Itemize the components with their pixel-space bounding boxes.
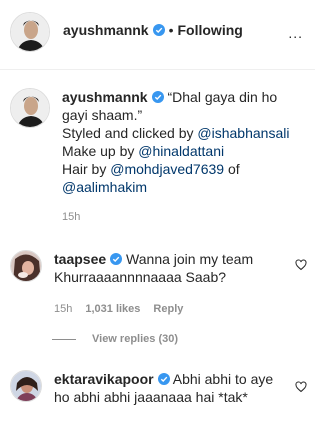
comment-item: taapsee Wanna join my team Khurraaaannnn… xyxy=(10,250,310,318)
verified-badge-icon xyxy=(110,253,123,265)
mention-mohdjaved7639[interactable]: @mohdjaved7639 xyxy=(110,161,224,177)
comment-likes[interactable]: 1,031 likes xyxy=(85,300,140,318)
caption-block: ayushmannk “Dhal gaya din ho gayi shaam.… xyxy=(10,88,310,226)
caption-username[interactable]: ayushmannk xyxy=(62,89,148,105)
verified-badge-icon xyxy=(152,23,165,36)
separator-dot: • xyxy=(168,21,174,38)
author-avatar[interactable] xyxy=(10,11,50,52)
comment-text-line: taapsee Wanna join my team Khurraaaannnn… xyxy=(54,250,274,286)
comment-meta: 15h 1,031 likes Reply xyxy=(54,300,274,318)
mention-ishabhansali[interactable]: @ishabhansali xyxy=(197,125,289,141)
caption-line-1: ayushmannk “Dhal gaya din ho gayi shaam.… xyxy=(62,88,302,124)
caption-styled-prefix: Styled and clicked by xyxy=(62,125,198,141)
heart-outline-icon[interactable] xyxy=(295,381,307,393)
comment-item: ektaravikapoor Abhi abhi to aye ho abhi … xyxy=(10,370,310,406)
commenter-username[interactable]: ektaravikapoor xyxy=(54,371,154,387)
heart-outline-icon[interactable] xyxy=(295,259,307,271)
verified-badge-icon xyxy=(151,91,164,103)
view-replies-label[interactable]: View replies (30) xyxy=(92,333,178,345)
view-replies-button[interactable]: View replies (30) xyxy=(52,333,178,345)
verified-badge-icon xyxy=(157,373,170,385)
caption-makeup-line: Make up by @hinaldattani xyxy=(62,142,302,160)
caption-makeup-prefix: Make up by xyxy=(62,143,139,159)
post-header: ayushmannk • Following xyxy=(0,0,315,70)
caption-hair-line-2: @aalimhakim xyxy=(62,178,302,196)
commenter-username[interactable]: taapsee xyxy=(54,251,106,267)
replies-divider-line xyxy=(52,338,76,340)
comment-reply-button[interactable]: Reply xyxy=(153,300,183,318)
comment-body: ektaravikapoor Abhi abhi to aye ho abhi … xyxy=(54,370,274,406)
more-options-icon[interactable]: ... xyxy=(288,25,303,41)
following-button[interactable]: Following xyxy=(178,22,243,38)
comment-timestamp[interactable]: 15h xyxy=(54,300,72,318)
author-username[interactable]: ayushmannk xyxy=(63,22,149,38)
header-text: ayushmannk • Following xyxy=(63,22,243,38)
commenter-avatar[interactable] xyxy=(10,370,42,402)
commenter-avatar[interactable] xyxy=(10,250,42,282)
caption-timestamp[interactable]: 15h xyxy=(62,208,302,226)
mention-hinaldattani[interactable]: @hinaldattani xyxy=(138,143,224,159)
caption-hair-of: of xyxy=(224,161,240,177)
mention-aalimhakim[interactable]: @aalimhakim xyxy=(62,179,147,195)
comment-text-line: ektaravikapoor Abhi abhi to aye ho abhi … xyxy=(54,370,274,406)
caption-hair-line: Hair by @mohdjaved7639 of xyxy=(62,160,302,178)
caption-hair-prefix: Hair by xyxy=(62,161,111,177)
comment-body: taapsee Wanna join my team Khurraaaannnn… xyxy=(54,250,274,318)
caption-avatar[interactable] xyxy=(10,88,50,128)
caption-styled-line: Styled and clicked by @ishabhansali xyxy=(62,124,302,142)
caption-body: ayushmannk “Dhal gaya din ho gayi shaam.… xyxy=(62,88,302,226)
